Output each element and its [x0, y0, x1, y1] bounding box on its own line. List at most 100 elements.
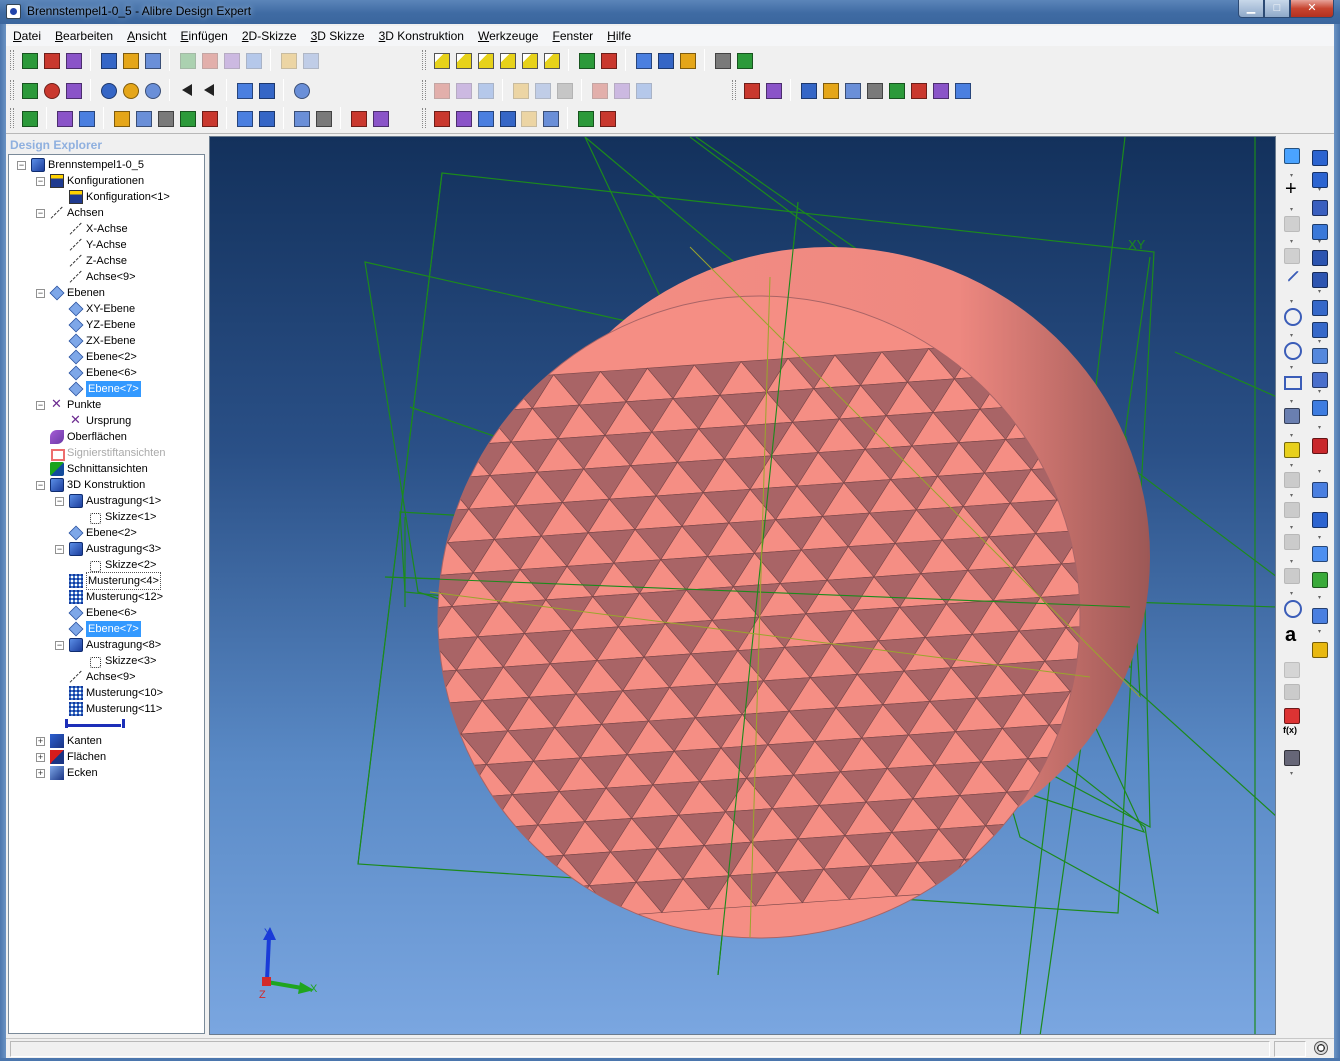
radial-dim-icon[interactable]: [475, 80, 495, 100]
activate-sketch-icon[interactable]: [1282, 146, 1300, 164]
rotate-icon[interactable]: [63, 80, 83, 100]
shell-icon[interactable]: [908, 80, 928, 100]
insert-plane-icon[interactable]: [431, 108, 451, 128]
tree-item[interactable]: Musterung<10>: [69, 685, 163, 701]
tree-item[interactable]: Ebene<7>: [68, 381, 141, 397]
undo-icon[interactable]: [278, 50, 298, 70]
tree-item[interactable]: Skizze<3>: [88, 653, 156, 669]
title-bar[interactable]: Brennstempel1-0_5 - Alibre Design Expert…: [0, 0, 1340, 24]
linear-pattern-icon[interactable]: [1310, 544, 1328, 562]
pan-icon[interactable]: [41, 80, 61, 100]
menu-item-0[interactable]: Datei: [6, 26, 48, 46]
tree-item[interactable]: Achse<9>: [69, 669, 136, 685]
reference-circle-icon[interactable]: [1282, 598, 1302, 618]
angular-dim-icon[interactable]: [453, 80, 473, 100]
surface-icon[interactable]: [497, 108, 517, 128]
render-status-icon[interactable]: [1314, 1041, 1328, 1055]
offset-icon[interactable]: [554, 80, 574, 100]
collapse-icon[interactable]: −: [17, 160, 26, 170]
surface-cmd-icon[interactable]: [177, 108, 197, 128]
tree-item[interactable]: Skizze<1>: [88, 509, 156, 525]
menu-item-1[interactable]: Bearbeiten: [48, 26, 120, 46]
tree-item[interactable]: Ebene<2>: [68, 349, 137, 365]
point-tool-icon[interactable]: [1282, 178, 1300, 201]
mirror-icon[interactable]: [589, 80, 609, 100]
tree-item[interactable]: Skizze<2>: [88, 557, 156, 573]
mate-icon[interactable]: [234, 108, 254, 128]
save-icon[interactable]: [63, 50, 83, 70]
prev-view-icon[interactable]: [177, 80, 197, 100]
open-icon[interactable]: [41, 50, 61, 70]
bom-icon[interactable]: [348, 108, 368, 128]
draft-icon[interactable]: [930, 80, 950, 100]
balance-icon[interactable]: [597, 108, 617, 128]
toolbar-grip[interactable]: [10, 50, 14, 70]
tree-item[interactable]: + Kanten: [36, 733, 102, 749]
tree-item[interactable]: − Austragung<8>: [55, 637, 161, 653]
project-edge-icon[interactable]: [1282, 682, 1300, 700]
sweep-cut-icon[interactable]: [1310, 320, 1328, 338]
equation-icon[interactable]: [1282, 722, 1300, 740]
3d-viewport[interactable]: XY Y X Z: [209, 136, 1276, 1035]
end-of-part-marker[interactable]: [65, 719, 125, 731]
revolve-icon[interactable]: [763, 80, 783, 100]
tree-item[interactable]: − Punkte: [36, 396, 101, 413]
tree-item[interactable]: Schnittansichten: [50, 461, 148, 477]
collapse-icon[interactable]: −: [36, 480, 45, 490]
design-explorer-tree[interactable]: − Brennstempel1-0_5− Konfigurationen Konfig…: [8, 154, 205, 1034]
tree-item[interactable]: XY-Ebene: [68, 301, 135, 317]
delete-icon[interactable]: [243, 50, 263, 70]
tree-item[interactable]: YZ-Ebene: [68, 317, 136, 333]
rotate-ccw-icon[interactable]: [576, 50, 596, 70]
minimize-button[interactable]: ▁: [1238, 0, 1264, 18]
tree-item[interactable]: − Ebenen: [36, 285, 105, 301]
extrude-icon[interactable]: [741, 80, 761, 100]
insert-point-icon[interactable]: [475, 108, 495, 128]
isometric-icon[interactable]: [76, 108, 96, 128]
toolbar-grip[interactable]: [10, 80, 14, 100]
menu-item-5[interactable]: 3D Skizze: [304, 26, 372, 46]
revolve-boss-icon[interactable]: [1310, 198, 1328, 216]
tree-item[interactable]: − 3D Konstruktion: [36, 477, 145, 493]
collapse-icon[interactable]: −: [36, 176, 45, 186]
toolbar-grip[interactable]: [732, 80, 736, 100]
paste-icon[interactable]: [221, 50, 241, 70]
chamfer-icon[interactable]: [1310, 436, 1328, 454]
view-front-icon[interactable]: [431, 50, 451, 70]
extend-icon[interactable]: [532, 80, 552, 100]
collapse-icon[interactable]: −: [55, 496, 64, 506]
measure-icon[interactable]: [655, 50, 675, 70]
tree-item[interactable]: + Ecken: [36, 765, 98, 781]
tree-item[interactable]: Konfiguration<1>: [69, 189, 170, 205]
align-icon[interactable]: [256, 108, 276, 128]
circular-pattern-icon[interactable]: [1310, 570, 1328, 588]
sketch-pattern-icon[interactable]: [1282, 566, 1300, 584]
hole-icon[interactable]: [1310, 370, 1328, 388]
view-left-icon[interactable]: [519, 50, 539, 70]
select-icon[interactable]: [19, 80, 39, 100]
tree-item[interactable]: − Austragung<3>: [55, 541, 161, 557]
tree-item[interactable]: Z-Achse: [69, 253, 127, 269]
draft-icon[interactable]: [1310, 510, 1328, 528]
scale-icon[interactable]: [952, 80, 972, 100]
zoom-in-icon[interactable]: [98, 80, 118, 100]
check-icon[interactable]: [575, 108, 595, 128]
collapse-icon[interactable]: −: [36, 208, 45, 218]
print-setup-icon[interactable]: [120, 50, 140, 70]
zoom-window-icon[interactable]: [120, 80, 140, 100]
tree-item[interactable]: Ursprung: [69, 412, 131, 429]
tree-item[interactable]: Oberflächen: [50, 429, 127, 445]
close-button[interactable]: ✕: [1290, 0, 1334, 18]
print-icon[interactable]: [142, 50, 162, 70]
tree-item[interactable]: Ebene<6>: [68, 365, 137, 381]
circle-tool-icon[interactable]: [1282, 306, 1302, 326]
sketch-cmd-icon[interactable]: [199, 108, 219, 128]
view-back-icon[interactable]: [453, 50, 473, 70]
section-view-icon[interactable]: [540, 108, 560, 128]
cut-icon[interactable]: [177, 50, 197, 70]
arc-tool-icon[interactable]: [1282, 340, 1302, 360]
trim-icon[interactable]: [510, 80, 530, 100]
menu-item-6[interactable]: 3D Konstruktion: [372, 26, 471, 46]
tree-item[interactable]: Achse<9>: [69, 269, 136, 285]
redo-icon[interactable]: [300, 50, 320, 70]
